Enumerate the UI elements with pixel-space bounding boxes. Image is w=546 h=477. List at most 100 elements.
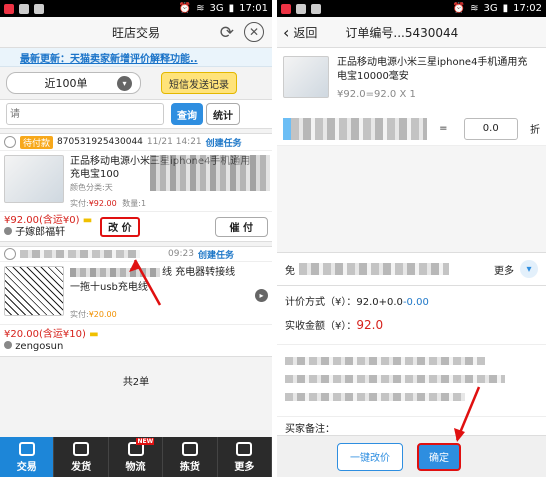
change-price-button[interactable]: 改 价 — [100, 216, 140, 237]
action-bar: 一键改价 确定 — [277, 435, 546, 477]
privacy-blur — [285, 393, 465, 401]
product-image — [283, 56, 329, 98]
create-task-link[interactable]: 创建任务 — [198, 248, 234, 261]
page-title: 旺店交易 — [111, 25, 160, 40]
confirm-label: 确定 — [429, 453, 449, 464]
calc-discount: -0.00 — [402, 297, 429, 308]
paid-value: ¥92.00 — [88, 199, 117, 208]
buyer-name: zengosun — [15, 341, 64, 352]
product-title: 正品移动电源小米三星iphone4手机通用充电宝10000毫安 — [337, 57, 528, 82]
signal-label: 3G — [483, 3, 498, 14]
alarm-icon: ⏰ — [178, 3, 192, 14]
order-time: 11/21 14:21 — [146, 137, 202, 147]
alarm-icon: ⏰ — [452, 3, 466, 14]
paid-label: 实付: — [70, 310, 89, 319]
product-image — [4, 155, 64, 203]
privacy-blur — [20, 250, 140, 258]
battery-icon: ▮ — [502, 3, 509, 14]
query-label: 查询 — [177, 110, 197, 122]
discount-row: = 0.0 折 — [277, 112, 546, 146]
remind-pay-button[interactable]: 催 付 — [214, 216, 268, 237]
refresh-icon[interactable]: ⟳ — [220, 23, 234, 43]
pick-icon — [181, 441, 198, 456]
price-input[interactable] — [283, 117, 428, 140]
tab-logistics[interactable]: 物流 NEW — [109, 437, 164, 477]
free-label: 免 — [285, 265, 295, 277]
one-click-change-button[interactable]: 一键改价 — [337, 442, 403, 471]
box-icon — [73, 441, 90, 456]
chevron-down-icon: ▾ — [117, 75, 132, 91]
announcement-bar[interactable]: 最新更新：天猫卖家新增评价解释功能.. — [0, 48, 272, 67]
privacy-blur — [150, 155, 270, 191]
actual-label: 实收金额（¥）： — [285, 321, 357, 332]
calc-value: 92.0+0.0 — [356, 297, 403, 308]
order-number: 870531925430044 — [57, 137, 143, 147]
title-bar: 旺店交易 ⟳ ✕ — [0, 17, 272, 48]
tab-label: 拣货 — [179, 461, 200, 473]
message-icon: ▬ — [79, 214, 93, 226]
title-bar: ‹ 返回 订单编号...5430044 — [277, 17, 546, 48]
close-icon[interactable]: ✕ — [244, 22, 264, 42]
order-card[interactable]: 待付款 870531925430044 11/21 14:21 创建任务 正品移… — [0, 133, 272, 242]
range-value: 近100单 — [44, 77, 88, 90]
order-total: ¥92.00(含运¥0) — [4, 214, 80, 226]
price-line: ¥92.0=92.0 X 1 — [337, 89, 416, 100]
order-count: 共2单 — [122, 377, 150, 388]
message-icon: ▬ — [85, 329, 99, 340]
sms-record-button[interactable]: 短信发送记录 — [161, 72, 237, 94]
page-title: 订单编号...5430044 — [345, 25, 459, 40]
back-label: 返回 — [293, 25, 318, 40]
quantity-text: 数量:1 — [122, 199, 147, 208]
search-input[interactable] — [6, 103, 164, 125]
more-icon — [236, 441, 253, 456]
stats-button[interactable]: 统计 — [206, 103, 240, 125]
bottom-tab-bar: 交易 发货 物流 NEW 拣货 更多 — [0, 437, 272, 477]
order-checkbox[interactable] — [4, 248, 16, 260]
query-button[interactable]: 查询 — [171, 103, 203, 125]
chevron-left-icon: ‹ — [283, 22, 290, 42]
order-status-badge: 待付款 — [20, 135, 54, 149]
sms-record-label: 短信发送记录 — [169, 79, 229, 91]
search-row: 查询 统计 — [0, 99, 272, 129]
tab-label: 发货 — [71, 461, 92, 473]
annotation-arrow — [454, 386, 481, 442]
order-checkbox[interactable] — [4, 136, 16, 148]
change-price-label: 改 价 — [108, 223, 132, 234]
new-badge: NEW — [136, 438, 155, 445]
buyer-icon — [4, 226, 12, 235]
right-screen: ⏰ ≋ 3G ▮ 17:02 ‹ 返回 订单编号...5430044 正品移动电… — [277, 0, 546, 477]
tab-trade[interactable]: 交易 — [0, 437, 55, 477]
product-row: 正品移动电源小米三星iphone4手机通用充电宝10000毫安 ¥92.0=92… — [277, 48, 546, 112]
blurred-notes — [277, 344, 546, 416]
stats-label: 统计 — [213, 110, 233, 122]
trade-icon — [18, 441, 35, 456]
tab-pick[interactable]: 拣货 — [163, 437, 218, 477]
left-screen: ⏰ ≋ 3G ▮ 17:01 旺店交易 ⟳ ✕ 最新更新：天猫卖家新增评价解释功… — [0, 0, 272, 477]
discount-input[interactable]: 0.0 — [463, 117, 518, 140]
paid-label: 实付: — [70, 199, 89, 208]
free-shipping-row: 免 更多 ▾ — [277, 252, 546, 286]
order-total: ¥20.00(含运¥10) — [4, 329, 86, 340]
announcement-text[interactable]: 最新更新：天猫卖家新增评价解释功能.. — [20, 50, 198, 65]
tab-ship[interactable]: 发货 — [54, 437, 109, 477]
tab-more[interactable]: 更多 — [218, 437, 272, 477]
chevron-down-icon[interactable]: ▾ — [520, 260, 538, 278]
status-time: 17:01 — [239, 3, 268, 14]
equals-sign: = — [439, 123, 448, 134]
remark-label: 买家备注： — [285, 424, 335, 435]
back-button[interactable]: ‹ 返回 — [283, 23, 317, 42]
tab-label: 更多 — [234, 461, 255, 473]
annotation-arrow — [129, 259, 162, 306]
paid-value: ¥20.00 — [88, 310, 117, 319]
range-dropdown[interactable]: 近100单 ▾ — [6, 72, 141, 94]
wifi-icon: ≋ — [196, 3, 205, 14]
privacy-blur — [285, 357, 485, 365]
more-link[interactable]: 更多 — [494, 262, 514, 277]
privacy-blur — [299, 263, 449, 275]
discount-unit: 折 — [530, 125, 540, 136]
create-task-link[interactable]: 创建任务 — [206, 136, 242, 149]
chevron-right-icon[interactable]: ▸ — [255, 289, 268, 302]
wifi-icon: ≋ — [470, 3, 479, 14]
status-bar: ⏰ ≋ 3G ▮ 17:02 — [277, 0, 546, 17]
